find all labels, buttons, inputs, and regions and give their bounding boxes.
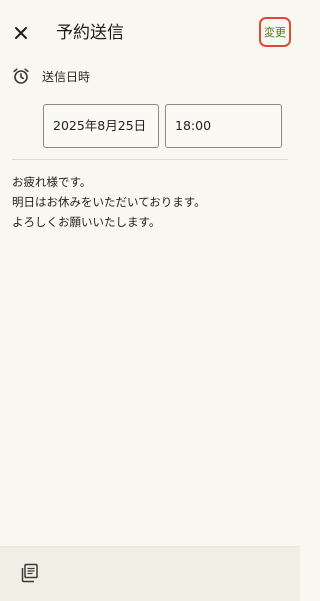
- date-field[interactable]: 2025年8月25日: [43, 104, 159, 148]
- message-line: 明日はお休みをいただいております。: [12, 195, 206, 209]
- page-title: 予約送信: [56, 23, 124, 43]
- time-field[interactable]: 18:00: [165, 104, 282, 148]
- change-button[interactable]: 変更: [259, 17, 291, 47]
- close-icon: [15, 27, 27, 39]
- top-app-bar: 予約送信 変更: [0, 0, 300, 66]
- alarm-icon: [13, 68, 29, 84]
- message-line: お疲れ様です。: [12, 175, 92, 189]
- send-datetime-label: 送信日時: [42, 69, 91, 84]
- bottom-toolbar: [0, 546, 300, 601]
- close-button[interactable]: [8, 20, 34, 46]
- templates-icon: [21, 563, 38, 583]
- divider: [12, 159, 288, 160]
- message-line: よろしくお願いいたします。: [12, 215, 161, 229]
- send-datetime-row: 送信日時: [12, 64, 90, 88]
- templates-button[interactable]: [19, 562, 43, 586]
- message-body[interactable]: お疲れ様です。 明日はお休みをいただいております。 よろしくお願いいたします。: [12, 172, 288, 232]
